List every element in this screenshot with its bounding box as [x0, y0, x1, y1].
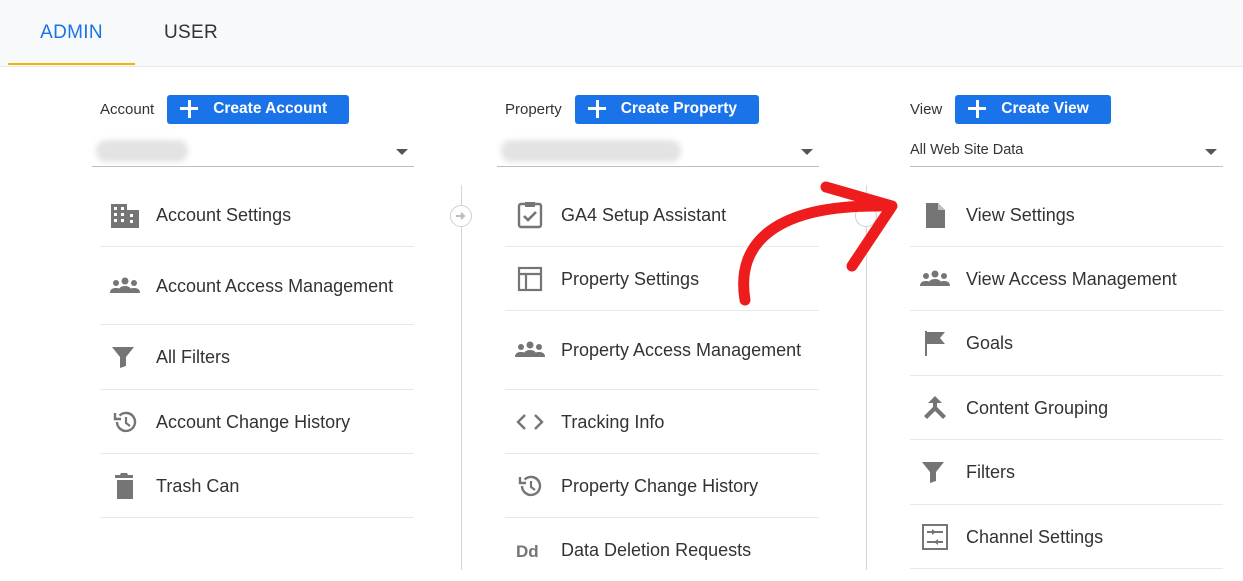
people-icon — [108, 271, 142, 301]
view-header: View Create View — [910, 94, 1111, 124]
trash-icon — [108, 471, 142, 501]
menu-item-channel-settings[interactable]: Channel Settings — [910, 505, 1223, 569]
top-tab-bar: ADMIN USER — [0, 0, 1243, 67]
menu-item-account-change-history[interactable]: Account Change History — [100, 390, 414, 454]
layout-icon — [513, 264, 547, 294]
column-divider — [866, 185, 867, 570]
menu-item-label: Account Settings — [156, 205, 292, 225]
create-view-label: Create View — [1001, 100, 1089, 117]
menu-item-label: Channel Settings — [966, 526, 1104, 547]
menu-item-view-access-management[interactable]: View Access Management — [910, 247, 1223, 311]
menu-item-data-deletion-requests[interactable]: Dd Data Deletion Requests — [505, 518, 819, 581]
menu-item-label: Property Access Management — [561, 340, 802, 360]
chevron-down-icon — [396, 149, 408, 155]
create-account-label: Create Account — [213, 100, 328, 117]
merge-icon — [918, 393, 952, 423]
property-column: Property Create Property GA4 Setup Assis… — [497, 66, 835, 570]
view-label: View — [910, 100, 943, 118]
menu-item-goals[interactable]: Goals — [910, 311, 1223, 376]
plus-icon — [587, 99, 607, 119]
property-menu: GA4 Setup Assistant Property Settings Pr… — [505, 184, 819, 581]
create-account-button[interactable]: Create Account — [167, 94, 350, 124]
property-selector[interactable] — [497, 136, 819, 167]
account-selector[interactable] — [92, 136, 414, 167]
menu-item-label: View Access Management — [966, 268, 1177, 289]
chevron-down-icon — [1205, 149, 1217, 155]
code-icon — [513, 407, 547, 437]
people-icon — [918, 264, 952, 294]
account-menu: Account Settings Account Access Manageme… — [100, 184, 414, 518]
menu-item-account-access-management[interactable]: Account Access Management — [100, 247, 414, 325]
menu-item-label: Tracking Info — [561, 411, 665, 432]
arrow-right-circle-icon — [855, 205, 877, 227]
plus-icon — [967, 99, 987, 119]
sliders-icon — [918, 522, 952, 552]
history-icon — [108, 407, 142, 437]
menu-item-all-filters[interactable]: All Filters — [100, 325, 414, 390]
menu-item-label: Content Grouping — [966, 397, 1109, 418]
building-icon — [108, 200, 142, 230]
plus-icon — [179, 99, 199, 119]
menu-item-property-change-history[interactable]: Property Change History — [505, 454, 819, 518]
view-selector-value: All Web Site Data — [910, 142, 1024, 158]
view-menu: View Settings View Access Management Goa… — [910, 184, 1223, 569]
account-name-redacted — [96, 140, 188, 162]
menu-item-label: View Settings — [966, 205, 1075, 225]
filter-icon — [108, 342, 142, 372]
tab-admin[interactable]: ADMIN — [8, 0, 135, 66]
menu-item-view-settings[interactable]: View Settings — [910, 184, 1223, 247]
svg-text:Dd: Dd — [516, 542, 539, 561]
history-icon — [513, 471, 547, 501]
property-name-redacted — [501, 140, 681, 162]
view-selector[interactable]: All Web Site Data — [910, 136, 1223, 167]
column-divider — [461, 185, 462, 570]
chevron-down-icon — [801, 149, 813, 155]
clipboard-check-icon — [513, 200, 547, 230]
menu-item-label: Filters — [966, 462, 1015, 482]
menu-item-account-settings[interactable]: Account Settings — [100, 184, 414, 247]
filter-icon — [918, 457, 952, 487]
property-header: Property Create Property — [505, 94, 759, 124]
menu-item-trash-can[interactable]: Trash Can — [100, 454, 414, 518]
menu-item-label: Account Change History — [156, 411, 351, 432]
menu-item-property-settings[interactable]: Property Settings — [505, 247, 819, 311]
flag-icon — [918, 328, 952, 358]
create-property-button[interactable]: Create Property — [574, 94, 759, 124]
dd-icon: Dd — [513, 535, 547, 565]
active-tab-indicator — [8, 63, 135, 65]
menu-item-label: GA4 Setup Assistant — [561, 205, 727, 225]
menu-item-label: Property Change History — [561, 475, 759, 496]
account-header: Account Create Account — [100, 94, 350, 124]
account-column: Account Create Account Account Settings … — [92, 66, 430, 570]
account-label: Account — [100, 100, 155, 118]
tab-user[interactable]: USER — [136, 0, 246, 66]
menu-item-label: Goals — [966, 333, 1014, 353]
menu-item-label: Property Settings — [561, 268, 700, 289]
menu-item-label: Data Deletion Requests — [561, 539, 752, 560]
menu-item-label: All Filters — [156, 347, 231, 367]
menu-item-content-grouping[interactable]: Content Grouping — [910, 376, 1223, 440]
menu-item-filters[interactable]: Filters — [910, 440, 1223, 505]
property-label: Property — [505, 100, 562, 118]
document-icon — [918, 200, 952, 230]
view-column: View Create View All Web Site Data View … — [910, 66, 1240, 570]
menu-item-label: Trash Can — [156, 475, 240, 496]
arrow-right-circle-icon — [450, 205, 472, 227]
menu-item-tracking-info[interactable]: Tracking Info — [505, 390, 819, 454]
create-view-button[interactable]: Create View — [955, 94, 1111, 124]
people-icon — [513, 335, 547, 365]
menu-item-property-access-management[interactable]: Property Access Management — [505, 311, 819, 390]
menu-item-ga4-setup-assistant[interactable]: GA4 Setup Assistant — [505, 184, 819, 247]
menu-item-label: Account Access Management — [156, 275, 394, 296]
create-property-label: Create Property — [620, 100, 737, 117]
